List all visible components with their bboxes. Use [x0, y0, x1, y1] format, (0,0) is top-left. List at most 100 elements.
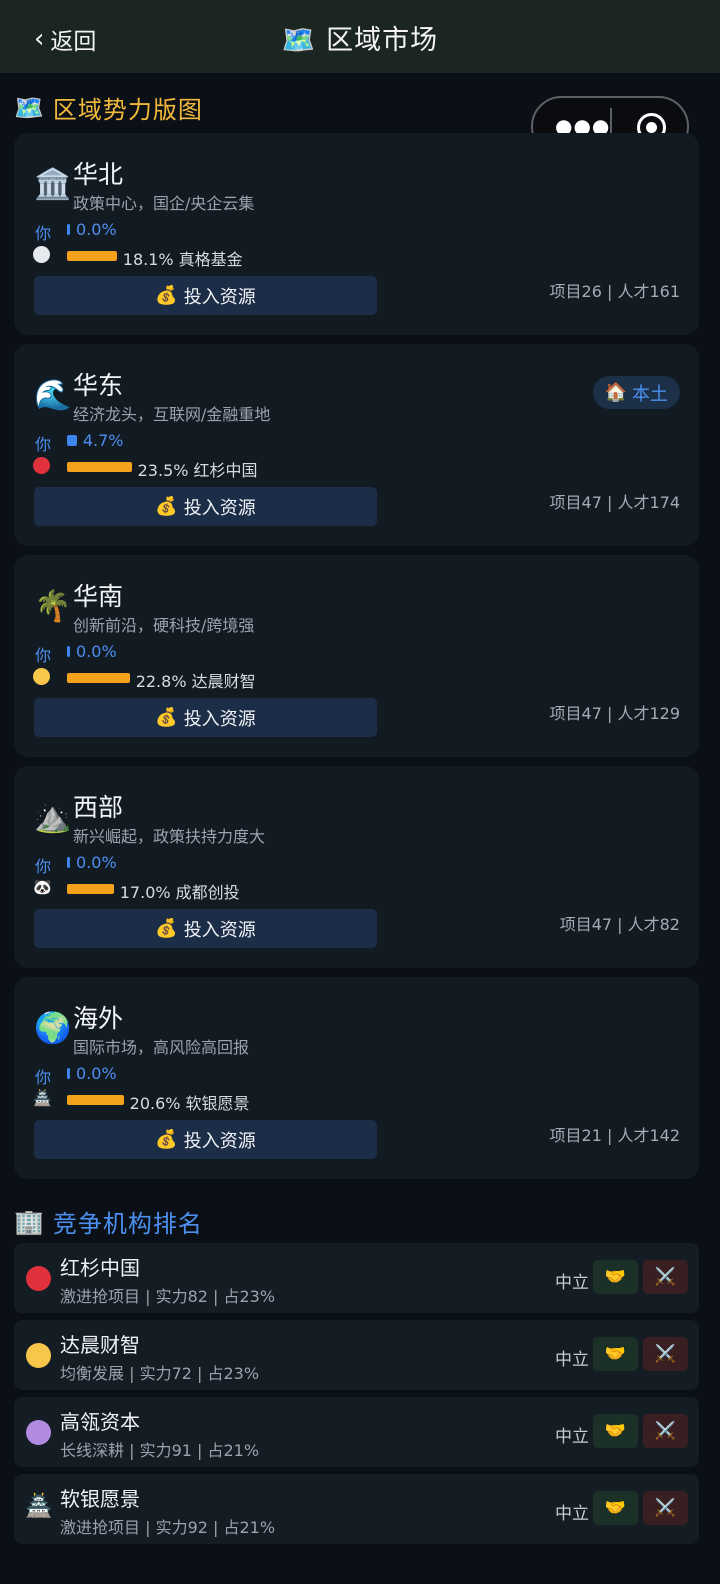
- you-share-text: 4.7%: [82, 431, 124, 450]
- region-stats: 项目26 | 人才161: [549, 282, 680, 301]
- region-desc: 国际市场，高风险高回报: [73, 1038, 250, 1057]
- leader-share-text: 20.6% 软银愿景: [129, 1094, 250, 1113]
- leader-share-text: 22.8% 达晨财智: [135, 672, 256, 691]
- region-icon: 🏛️: [34, 167, 72, 202]
- region-desc: 新兴崛起，政策扶持力度大: [73, 827, 266, 846]
- region-card: 🌊 华东 经济龙头，互联网/金融重地你 4.7% 23.5% 红杉中国 💰 投入资源 项目47…: [14, 344, 699, 546]
- ally-button[interactable]: 🤝: [593, 1491, 638, 1525]
- leader-share-bar: [67, 1095, 124, 1105]
- section-title-text: 竞争机构排名: [52, 1210, 203, 1238]
- money-bag-icon: 💰: [155, 285, 178, 306]
- leader-share-text: 17.0% 成都创投: [119, 883, 240, 902]
- leader-share-bar: [67, 884, 114, 894]
- region-desc: 创新前沿，硬科技/跨境强: [73, 616, 255, 635]
- ranking-row: 🏯 软银愿景激进抢项目 | 实力92 | 占21% 中立 🤝 ⚔️: [14, 1474, 699, 1544]
- you-label: 你: [35, 1068, 52, 1087]
- region-name: 华南: [73, 582, 124, 611]
- region-card: 🏛️ 华北 政策中心，国企/央企云集你 0.0% 18.1% 真格基金 💰 投入资源 项目26…: [14, 133, 699, 335]
- top-navigation-bar: ‹ 返回 🗺️ 区域市场: [0, 0, 720, 73]
- attack-button[interactable]: ⚔️: [643, 1491, 688, 1525]
- attack-button[interactable]: ⚔️: [643, 1337, 688, 1371]
- you-share-bar: [67, 646, 70, 657]
- institution-name: 软银愿景: [60, 1487, 140, 1511]
- ranking-row: 高瓴资本长线深耕 | 实力91 | 占21% 中立 🤝 ⚔️: [14, 1397, 699, 1467]
- region-desc: 经济龙头，互联网/金融重地: [73, 405, 271, 424]
- institution-color-dot: [26, 1266, 51, 1291]
- you-label: 你: [35, 435, 52, 454]
- institution-info: 激进抢项目 | 实力82 | 占23%: [60, 1287, 276, 1306]
- region-name: 华北: [73, 160, 124, 189]
- relation-status: 中立: [555, 1427, 589, 1447]
- you-share-text: 0.0%: [76, 1064, 117, 1083]
- region-stats: 项目47 | 人才82: [559, 915, 680, 934]
- ally-button[interactable]: 🤝: [593, 1414, 638, 1448]
- invest-button[interactable]: 💰 投入资源: [34, 487, 377, 526]
- leader-share-bar: [67, 251, 117, 261]
- region-stats: 项目47 | 人才129: [549, 704, 680, 723]
- you-label: 你: [35, 224, 52, 243]
- attack-button[interactable]: ⚔️: [643, 1414, 688, 1448]
- money-bag-icon: 💰: [155, 707, 178, 728]
- you-share-bar: [67, 224, 70, 235]
- you-share-text: 0.0%: [76, 642, 117, 661]
- attack-button[interactable]: ⚔️: [643, 1260, 688, 1294]
- institution-icon: 🏯: [25, 1494, 53, 1519]
- leader-icon: [33, 457, 50, 474]
- ranking-row: 达晨财智均衡发展 | 实力72 | 占23% 中立 🤝 ⚔️: [14, 1320, 699, 1390]
- leader-icon: 🐼: [33, 878, 52, 896]
- leader-share-text: 23.5% 红杉中国: [137, 461, 258, 480]
- region-card: 🌍 海外国际市场，高风险高回报你 0.0% 🏯 20.6% 软银愿景 💰 投入资源 项目21 …: [14, 977, 699, 1179]
- leader-share-bar: [67, 673, 130, 683]
- relation-status: 中立: [555, 1504, 589, 1524]
- you-label: 你: [35, 857, 52, 876]
- section-title-ranking: 🏢 竞争机构排名: [14, 1204, 203, 1239]
- institution-info: 长线深耕 | 实力91 | 占21%: [60, 1441, 260, 1460]
- institution-name: 高瓴资本: [60, 1410, 140, 1434]
- home-icon: 🏠: [604, 382, 627, 403]
- section-title-text: 区域势力版图: [52, 96, 203, 124]
- ranking-row: 红杉中国激进抢项目 | 实力82 | 占23% 中立 🤝 ⚔️: [14, 1243, 699, 1313]
- invest-button[interactable]: 💰 投入资源: [34, 698, 377, 737]
- leader-share-bar: [67, 462, 132, 472]
- ally-button[interactable]: 🤝: [593, 1260, 638, 1294]
- region-icon: 🌊: [34, 378, 72, 413]
- invest-button[interactable]: 💰 投入资源: [34, 909, 377, 948]
- region-name: 海外: [73, 1004, 124, 1033]
- region-name: 西部: [73, 793, 124, 822]
- invest-button[interactable]: 💰 投入资源: [34, 1120, 377, 1159]
- invest-button[interactable]: 💰 投入资源: [34, 276, 377, 315]
- you-share-text: 0.0%: [76, 853, 117, 872]
- money-bag-icon: 💰: [155, 918, 178, 939]
- region-stats: 项目21 | 人才142: [549, 1126, 680, 1145]
- you-share-bar: [67, 857, 70, 868]
- page-title: 🗺️ 区域市场: [0, 18, 720, 57]
- institution-name: 红杉中国: [60, 1256, 140, 1280]
- leader-icon: 🏯: [33, 1089, 52, 1107]
- institution-name: 达晨财智: [60, 1333, 140, 1357]
- ally-button[interactable]: 🤝: [593, 1337, 638, 1371]
- region-icon: ⛰️: [34, 800, 72, 835]
- you-share-bar: [67, 1068, 70, 1079]
- map-icon: 🗺️: [281, 25, 317, 56]
- leader-icon: [33, 246, 50, 263]
- relation-status: 中立: [555, 1273, 589, 1293]
- you-label: 你: [35, 646, 52, 665]
- money-bag-icon: 💰: [155, 1129, 178, 1150]
- leader-icon: [33, 668, 50, 685]
- invest-label: 投入资源: [183, 708, 256, 730]
- page-title-text: 区域市场: [326, 25, 439, 56]
- you-share-bar: [67, 435, 77, 446]
- institution-info: 激进抢项目 | 实力92 | 占21%: [60, 1518, 276, 1537]
- institution-color-dot: [26, 1420, 51, 1445]
- you-share-text: 0.0%: [76, 220, 117, 239]
- home-badge: 🏠 本土: [592, 376, 680, 409]
- institution-info: 均衡发展 | 实力72 | 占23%: [60, 1364, 260, 1383]
- building-icon: 🏢: [14, 1207, 45, 1236]
- region-icon: 🌍: [34, 1011, 72, 1046]
- relation-status: 中立: [555, 1350, 589, 1370]
- invest-label: 投入资源: [183, 1130, 256, 1152]
- institution-color-dot: [26, 1343, 51, 1368]
- section-title-map: 🗺️ 区域势力版图: [14, 90, 203, 125]
- money-bag-icon: 💰: [155, 496, 178, 517]
- leader-share-text: 18.1% 真格基金: [122, 250, 243, 269]
